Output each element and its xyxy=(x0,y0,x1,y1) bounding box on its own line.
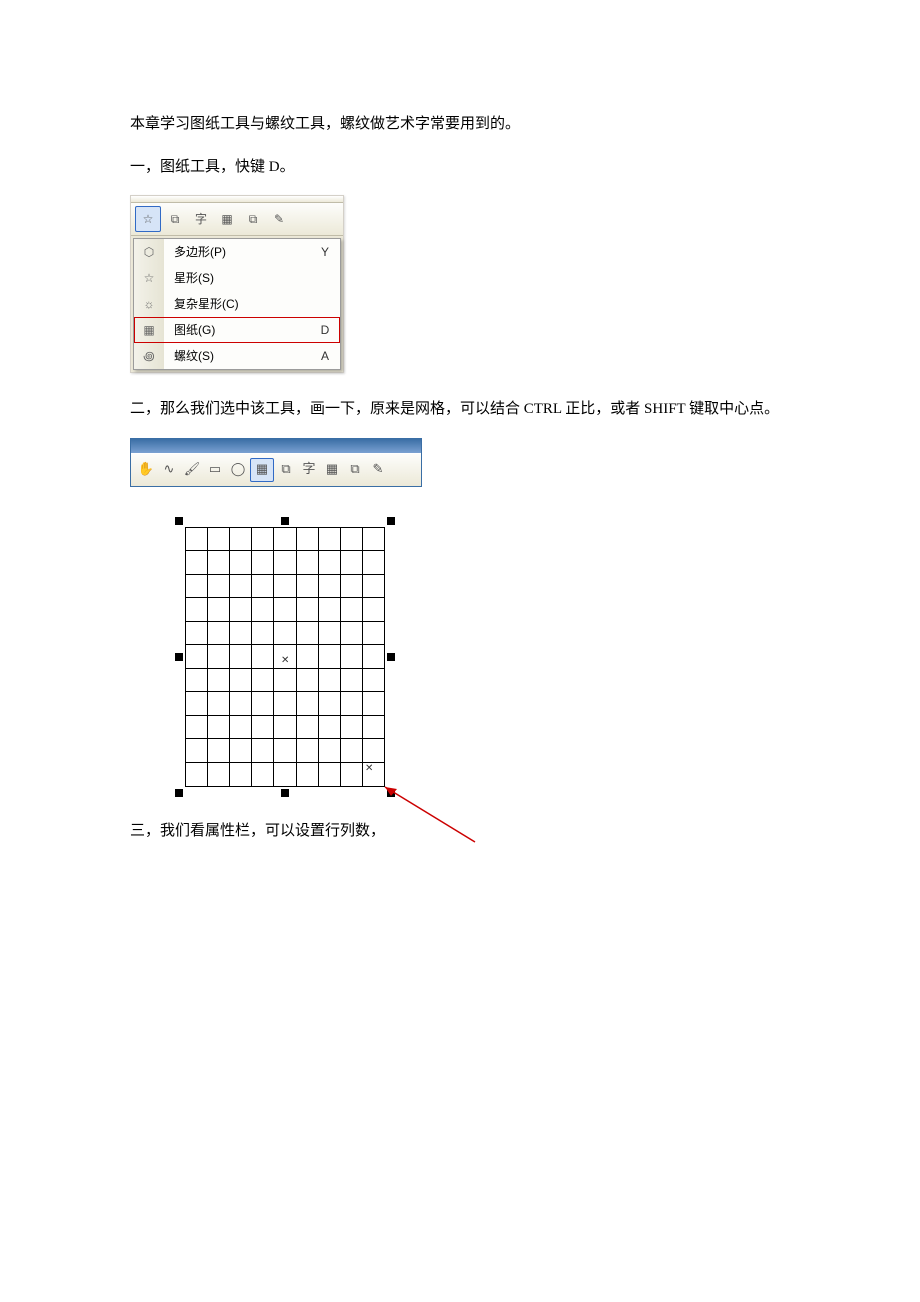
menu-item-hexagon[interactable]: ⬡多边形(P)Y xyxy=(134,239,340,265)
menu-item-shortcut: Y xyxy=(310,241,340,264)
freehand-tool-icon[interactable]: ∿ xyxy=(158,459,180,481)
handle-n[interactable] xyxy=(281,517,289,525)
menu-item-spiral[interactable]: ꩜螺纹(S)A xyxy=(134,343,340,369)
sun-icon: ☼ xyxy=(134,291,164,317)
handle-s[interactable] xyxy=(281,789,289,797)
smart-fill-icon[interactable]: 🖌 xyxy=(181,459,203,481)
menu-item-sun[interactable]: ☼复杂星形(C) xyxy=(134,291,340,317)
grid-object: ✕ ✕ xyxy=(185,527,445,787)
window-chrome: ✋ ∿ 🖌 ▭ ◯ ▦ ⧉ 字 ▦ ⧉ ✎ xyxy=(130,438,422,487)
drag-marker: ✕ xyxy=(365,759,373,778)
star-icon: ☆ xyxy=(134,265,164,291)
toolbar: ☆ ⧉ 字 ▦ ⧉ ✎ xyxy=(131,203,343,236)
shape-tool-icon-2[interactable]: ⧉ xyxy=(275,459,297,481)
menu-item-label: 星形(S) xyxy=(164,267,310,290)
toolbox-row: ✋ ∿ 🖌 ▭ ◯ ▦ ⧉ 字 ▦ ⧉ ✎ xyxy=(131,453,421,486)
shape-tool-icon[interactable]: ⧉ xyxy=(163,207,187,231)
window-titlebar-blue xyxy=(131,439,421,453)
eyedropper-icon[interactable]: ✎ xyxy=(267,207,291,231)
rectangle-tool-icon[interactable]: ▭ xyxy=(204,459,226,481)
text-tool-icon[interactable]: 字 xyxy=(189,207,213,231)
star-tool-icon[interactable]: ☆ xyxy=(135,206,161,232)
handle-sw[interactable] xyxy=(175,789,183,797)
table-tool-icon[interactable]: ▦ xyxy=(215,207,239,231)
hexagon-icon: ⬡ xyxy=(134,239,164,265)
menu-item-shortcut: A xyxy=(310,345,340,368)
group-tool-icon[interactable]: ⧉ xyxy=(241,207,265,231)
flyout-menu: ⬡多边形(P)Y☆星形(S)☼复杂星形(C)▦图纸(G)D꩜螺纹(S)A xyxy=(133,238,341,370)
center-marker: ✕ xyxy=(281,651,289,670)
handle-nw[interactable] xyxy=(175,517,183,525)
intro-paragraph: 本章学习图纸工具与螺纹工具，螺纹做艺术字常要用到的。 xyxy=(130,110,790,139)
group-tool-icon-2[interactable]: ⧉ xyxy=(344,459,366,481)
graph-paper-icon: ▦ xyxy=(134,317,164,343)
eyedropper-icon-2[interactable]: ✎ xyxy=(367,459,389,481)
screenshot-grid-drawing: ✋ ∿ 🖌 ▭ ◯ ▦ ⧉ 字 ▦ ⧉ ✎ ✕ ✕ xyxy=(130,438,790,787)
hand-tool-icon[interactable]: ✋ xyxy=(135,459,157,481)
ellipse-tool-icon[interactable]: ◯ xyxy=(227,459,249,481)
section-2-text: 二，那么我们选中该工具，画一下，原来是网格，可以结合 CTRL 正比，或者 SH… xyxy=(130,395,790,424)
menu-item-label: 螺纹(S) xyxy=(164,345,310,368)
table-tool-icon-2[interactable]: ▦ xyxy=(321,459,343,481)
annotation-arrow xyxy=(375,782,495,862)
menu-item-label: 多边形(P) xyxy=(164,241,310,264)
window-titlebar xyxy=(131,196,343,203)
screenshot-tool-menu: ☆ ⧉ 字 ▦ ⧉ ✎ ⬡多边形(P)Y☆星形(S)☼复杂星形(C)▦图纸(G)… xyxy=(130,195,344,373)
section-1-text: 一，图纸工具，快键 D。 xyxy=(130,153,790,182)
graph-paper-tool-icon[interactable]: ▦ xyxy=(250,458,274,482)
menu-item-shortcut: D xyxy=(310,319,340,342)
handle-e[interactable] xyxy=(387,653,395,661)
menu-item-label: 复杂星形(C) xyxy=(164,293,310,316)
menu-item-label: 图纸(G) xyxy=(164,319,310,342)
menu-item-graph-paper[interactable]: ▦图纸(G)D xyxy=(134,317,340,343)
handle-w[interactable] xyxy=(175,653,183,661)
spiral-icon: ꩜ xyxy=(134,343,164,369)
menu-item-star[interactable]: ☆星形(S) xyxy=(134,265,340,291)
text-tool-icon-2[interactable]: 字 xyxy=(298,459,320,481)
handle-ne[interactable] xyxy=(387,517,395,525)
